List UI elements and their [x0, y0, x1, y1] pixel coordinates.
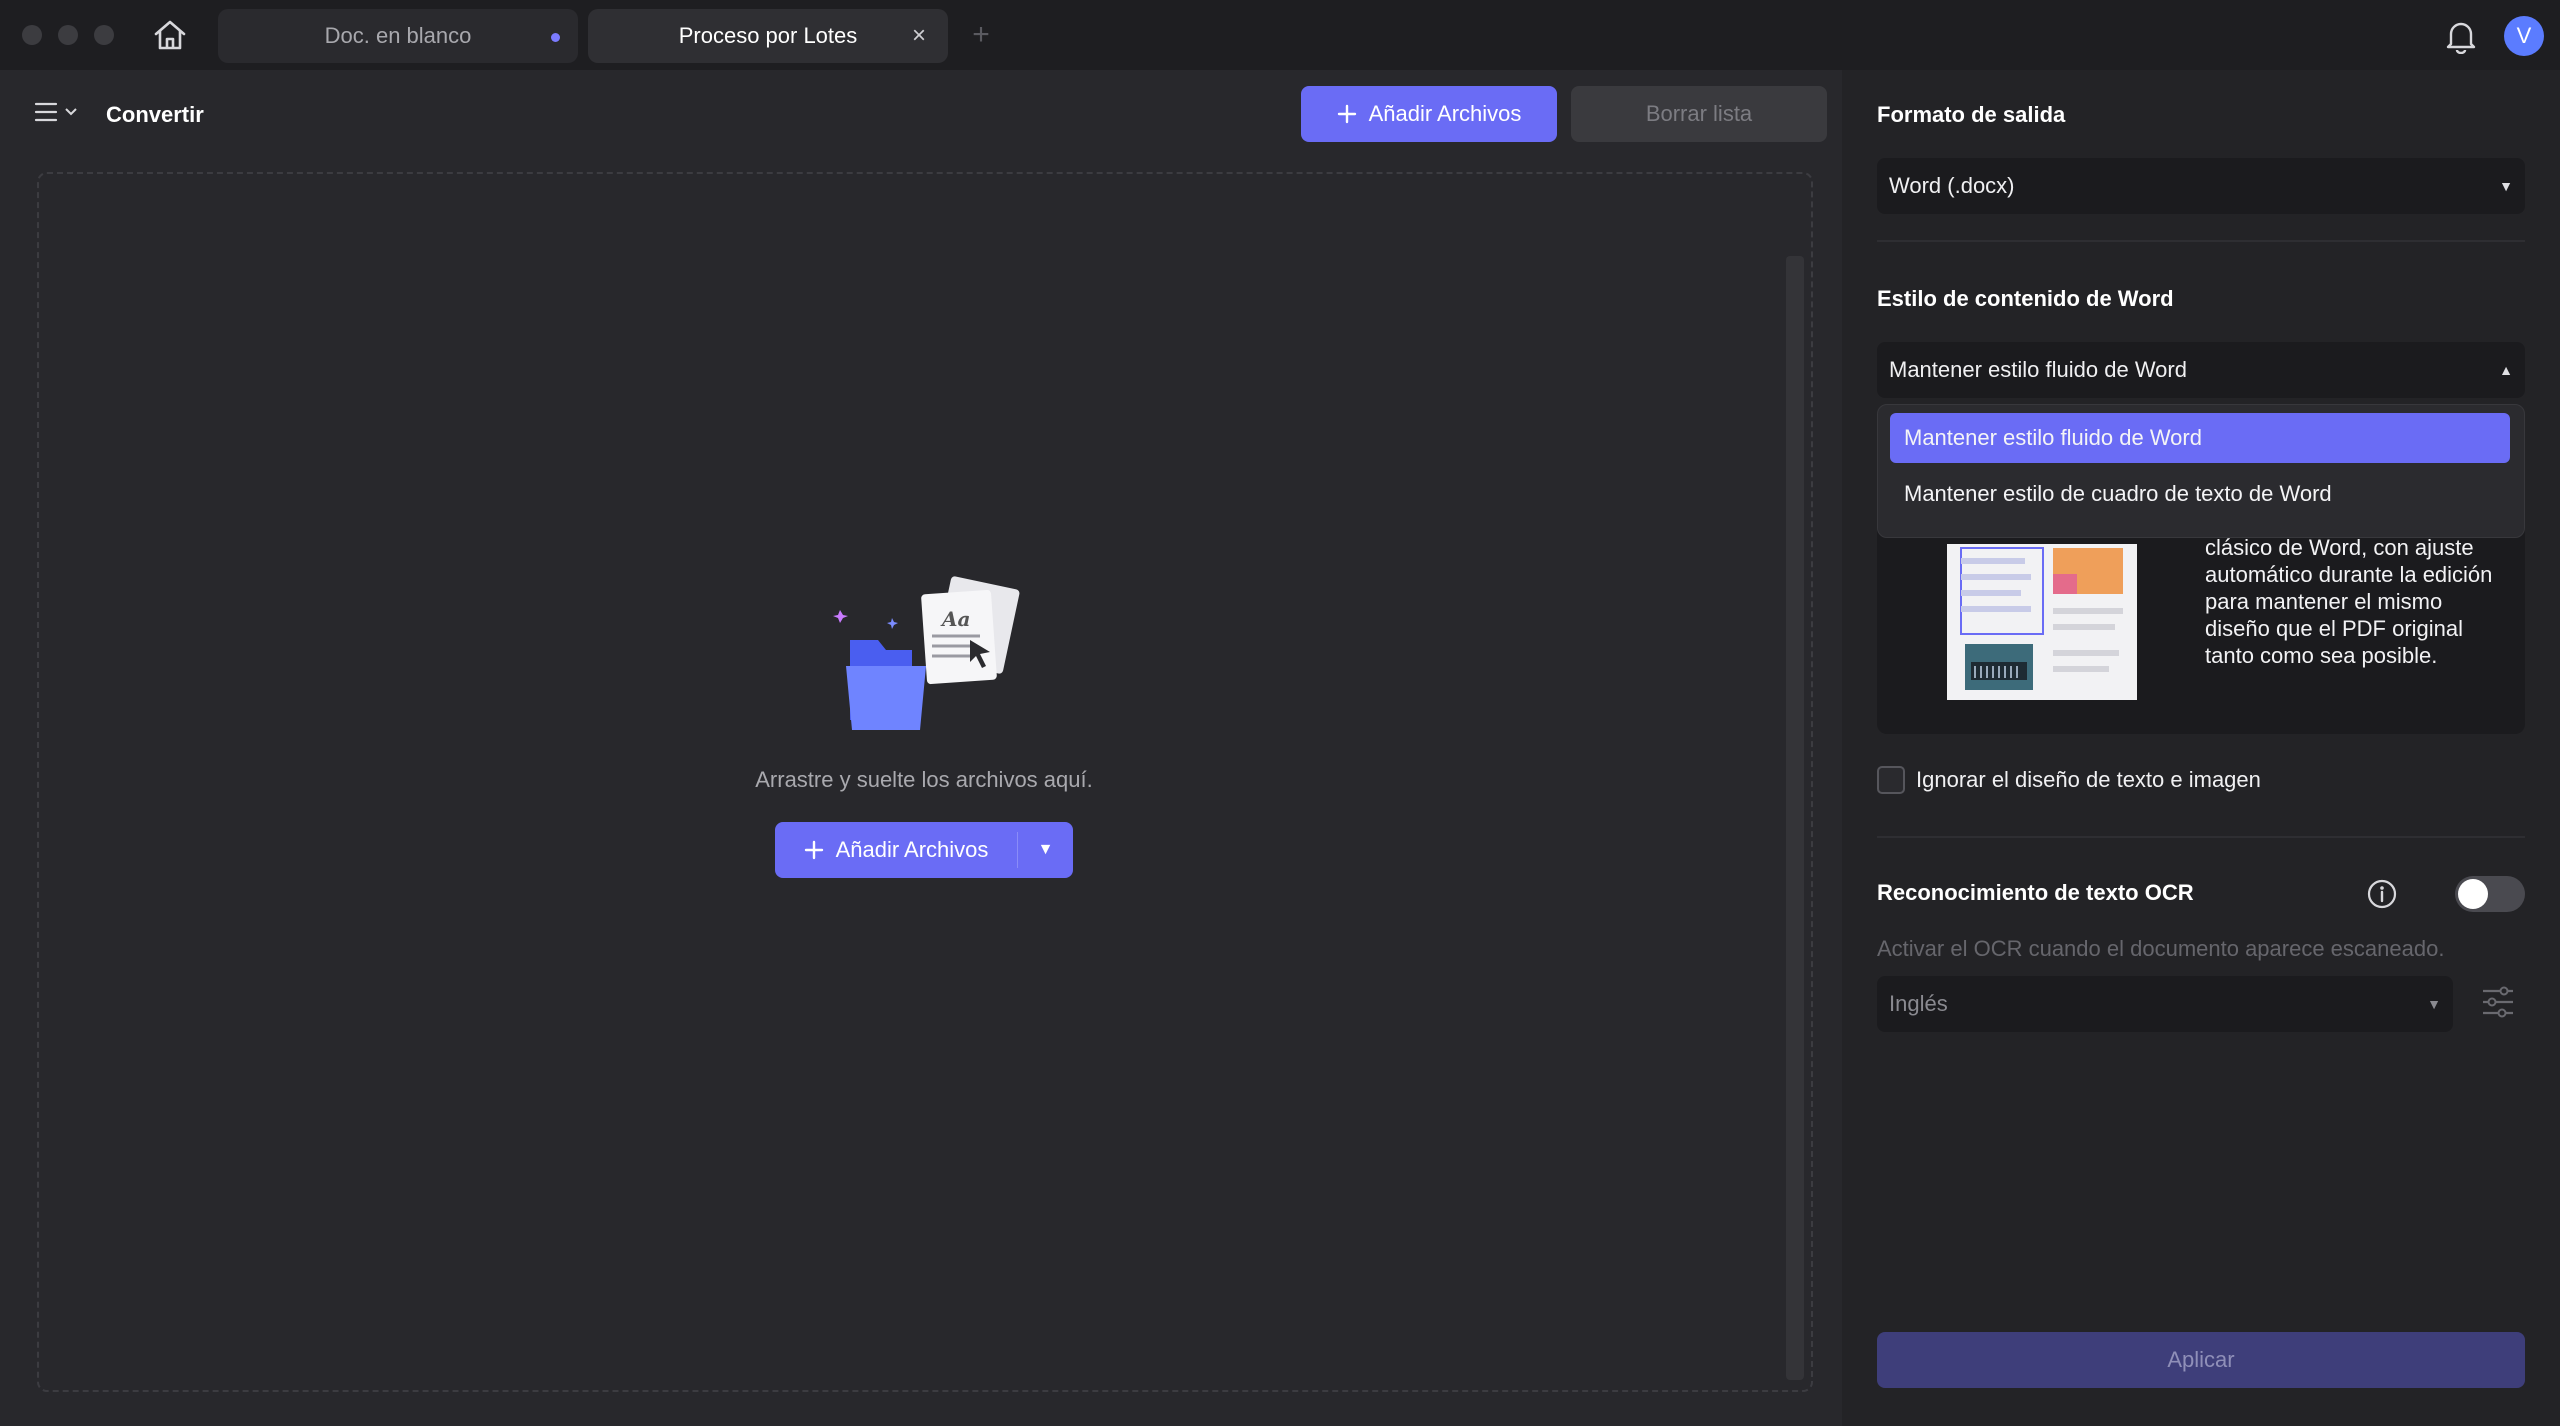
tab-label: Doc. en blanco: [324, 23, 472, 48]
output-format-label: Formato de salida: [1877, 102, 2066, 127]
avatar-initial: V: [2516, 23, 2532, 48]
ocr-label: Reconocimiento de texto OCR: [1877, 880, 2194, 905]
plus-icon: [804, 840, 823, 860]
word-style-value: Mantener estilo fluido de Word: [1889, 357, 2187, 382]
ocr-settings-sliders-icon[interactable]: [2480, 982, 2516, 1022]
apply-label: Aplicar: [2167, 1347, 2235, 1372]
home-button[interactable]: [150, 16, 190, 54]
add-files-center-button[interactable]: Añadir Archivos: [775, 822, 1017, 878]
word-style-label: Estilo de contenido de Word: [1877, 286, 2174, 311]
new-tab-button[interactable]: +: [966, 16, 996, 54]
ocr-toggle[interactable]: [2455, 876, 2525, 912]
title-bar: Doc. en blanco Proceso por Lotes × + V: [0, 0, 2560, 70]
unsaved-dot-icon: [551, 33, 560, 42]
bell-icon: [2446, 22, 2476, 54]
add-files-label: Añadir Archivos: [1368, 101, 1522, 126]
hamburger-menu-icon: [34, 102, 58, 122]
drop-zone-scrollbar[interactable]: [1786, 256, 1804, 1380]
minimize-window-button[interactable]: [58, 25, 78, 45]
ocr-language-value: Inglés: [1889, 991, 1948, 1016]
maximize-window-button[interactable]: [94, 25, 114, 45]
clear-list-label: Borrar lista: [1645, 101, 1753, 126]
add-files-split-button[interactable]: Añadir Archivos ▼: [775, 822, 1073, 878]
main-area: Convertir Añadir Archivos Borrar lista A…: [0, 70, 1842, 1426]
plus-icon: +: [972, 18, 990, 51]
apply-button[interactable]: Aplicar: [1877, 1332, 2525, 1388]
info-icon[interactable]: [2366, 878, 2398, 910]
caret-down-icon: ▼: [2499, 178, 2513, 194]
word-style-option-fluid[interactable]: Mantener estilo fluido de Word: [1890, 413, 2510, 463]
ignore-layout-checkbox[interactable]: [1877, 766, 1905, 794]
caret-down-icon: ▼: [1037, 841, 1054, 858]
tab-label: Proceso por Lotes: [678, 23, 858, 48]
close-window-button[interactable]: [22, 25, 42, 45]
word-style-dropdown-menu: Mantener estilo fluido de Word Mantener …: [1877, 404, 2525, 538]
add-files-center-label: Añadir Archivos: [835, 837, 989, 862]
chevron-down-icon: [65, 108, 77, 116]
svg-text:Aa: Aa: [940, 607, 970, 631]
add-files-button[interactable]: Añadir Archivos: [1301, 86, 1557, 142]
toggle-knob: [2458, 879, 2488, 909]
user-avatar[interactable]: V: [2504, 16, 2544, 56]
home-icon: [154, 20, 186, 50]
page-title: Convertir: [106, 102, 204, 127]
ocr-language-select[interactable]: Inglés ▼: [1877, 976, 2453, 1032]
section-divider: [1877, 836, 2525, 838]
word-style-select[interactable]: Mantener estilo fluido de Word ▲: [1877, 342, 2525, 398]
plus-icon: [1337, 104, 1356, 124]
tab-batch-process[interactable]: Proceso por Lotes ×: [588, 9, 948, 63]
close-tab-icon[interactable]: ×: [904, 21, 934, 51]
document-preview-thumbnail: [1947, 544, 2137, 700]
drop-instructions: Arrastre y suelte los archivos aquí.: [755, 767, 1093, 792]
clear-list-button[interactable]: Borrar lista: [1571, 86, 1827, 142]
folder-documents-illustration: Aa: [833, 576, 1020, 730]
notifications-button[interactable]: [2443, 16, 2479, 56]
tab-blank-document[interactable]: Doc. en blanco: [218, 9, 578, 63]
caret-down-icon: ▼: [2427, 996, 2441, 1012]
section-divider: [1877, 240, 2525, 242]
style-description: clásico de Word, con ajuste automático d…: [2205, 535, 2493, 668]
ignore-layout-label: Ignorar el diseño de texto e imagen: [1916, 767, 2261, 792]
output-format-select[interactable]: Word (.docx) ▼: [1877, 158, 2525, 214]
caret-up-icon: ▲: [2499, 362, 2513, 378]
output-format-value: Word (.docx): [1889, 173, 2015, 198]
menu-button[interactable]: [34, 100, 78, 124]
style-preview-card: clásico de Word, con ajuste automático d…: [1877, 514, 2525, 734]
word-style-option-textbox[interactable]: Mantener estilo de cuadro de texto de Wo…: [1890, 469, 2510, 519]
ocr-hint: Activar el OCR cuando el documento apare…: [1877, 936, 2445, 961]
add-files-dropdown-toggle[interactable]: ▼: [1018, 822, 1073, 878]
settings-panel: Formato de salida Word (.docx) ▼ Estilo …: [1842, 70, 2560, 1426]
